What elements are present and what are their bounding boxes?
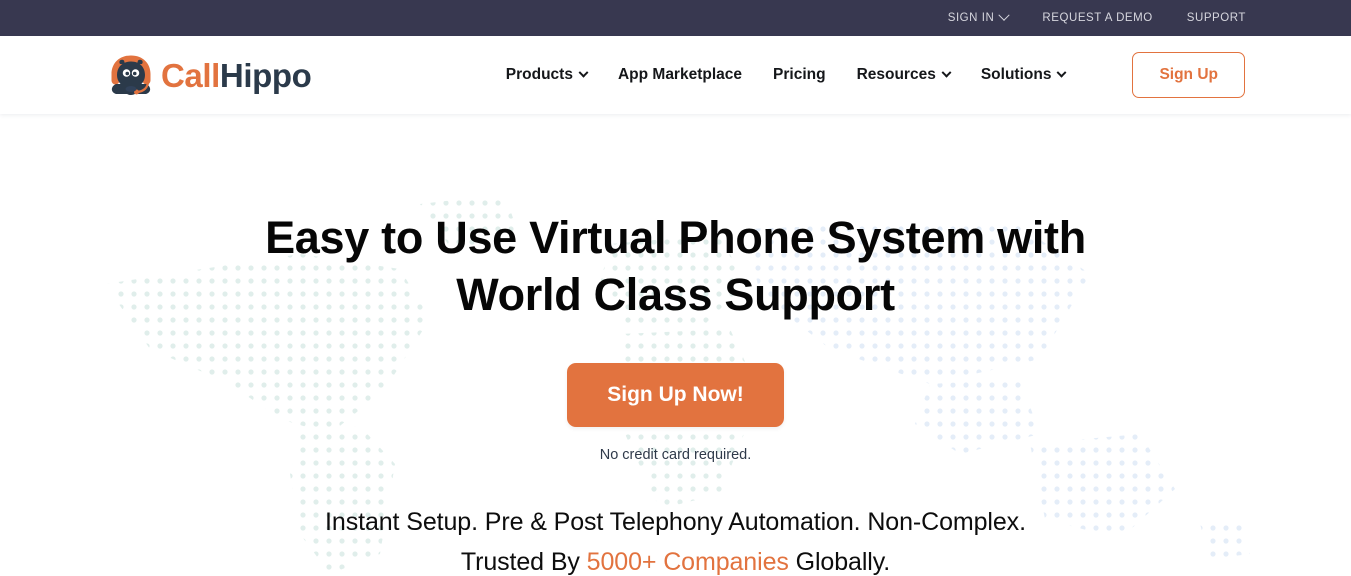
hero-headline-line-2: World Class Support: [456, 268, 895, 320]
logo-home-link[interactable]: CallHippo: [106, 53, 312, 97]
hero-content: Easy to Use Virtual Phone System with Wo…: [0, 114, 1351, 576]
nav-item-label: Solutions: [980, 66, 1052, 83]
hero-subheading-line-2: Trusted By 5000+ Companies Globally.: [0, 543, 1351, 576]
logo-text-hippo: Hippo: [219, 56, 312, 94]
sign-up-button[interactable]: Sign Up: [1132, 52, 1245, 98]
site-header: CallHippo Products App Marketplace Prici…: [0, 36, 1351, 114]
trusted-by-suffix: Globally.: [788, 547, 891, 576]
hero-subheading-line-1: Instant Setup. Pre & Post Telephony Auto…: [325, 508, 1026, 537]
hero-cta-group: Sign Up Now! No credit card required.: [0, 363, 1351, 463]
chevron-down-icon: [1056, 67, 1067, 78]
topbar-link-label: SUPPORT: [1186, 12, 1246, 24]
hero-headline: Easy to Use Virtual Phone System with Wo…: [226, 210, 1126, 323]
nav-item-solutions[interactable]: Solutions: [980, 66, 1067, 84]
topbar-link-label: SIGN IN: [947, 12, 995, 24]
nav-item-pricing[interactable]: Pricing: [773, 66, 826, 84]
nav-item-label: Pricing: [773, 66, 826, 83]
hero-headline-line-1: Easy to Use Virtual Phone System with: [265, 212, 1086, 263]
hero-section: Easy to Use Virtual Phone System with Wo…: [0, 114, 1351, 576]
hero-subheading: Instant Setup. Pre & Post Telephony Auto…: [0, 503, 1351, 576]
logo-wordmark: CallHippo: [161, 56, 312, 94]
top-utility-bar: SIGN IN REQUEST A DEMO SUPPORT: [0, 0, 1351, 36]
nav-item-label: App Marketplace: [617, 66, 743, 83]
topbar-link-label: REQUEST A DEMO: [1042, 12, 1153, 24]
nav-item-resources[interactable]: Resources: [856, 66, 952, 84]
chevron-down-icon: [941, 67, 952, 78]
trusted-by-prefix: Trusted By: [460, 547, 587, 576]
logo-text-call: Call: [161, 56, 220, 94]
nav-item-label: Resources: [856, 66, 936, 83]
topbar-link-sign-in[interactable]: SIGN IN: [947, 9, 1011, 24]
nav-item-label: Products: [505, 66, 573, 83]
primary-navigation: Products App Marketplace Pricing Resourc…: [506, 52, 1245, 98]
chevron-down-icon: [998, 9, 1011, 21]
cta-note: No credit card required.: [599, 447, 752, 464]
chevron-down-icon: [578, 67, 589, 78]
nav-item-products[interactable]: Products: [505, 66, 589, 84]
sign-up-now-button[interactable]: Sign Up Now!: [567, 363, 784, 428]
nav-item-app-marketplace[interactable]: App Marketplace: [618, 66, 742, 84]
topbar-link-request-a-demo[interactable]: REQUEST A DEMO: [1042, 12, 1152, 24]
companies-count-highlight: 5000+ Companies: [586, 547, 789, 576]
topbar-link-support[interactable]: SUPPORT: [1187, 12, 1246, 24]
callhippo-hippo-headset-logo-icon: [111, 55, 151, 95]
